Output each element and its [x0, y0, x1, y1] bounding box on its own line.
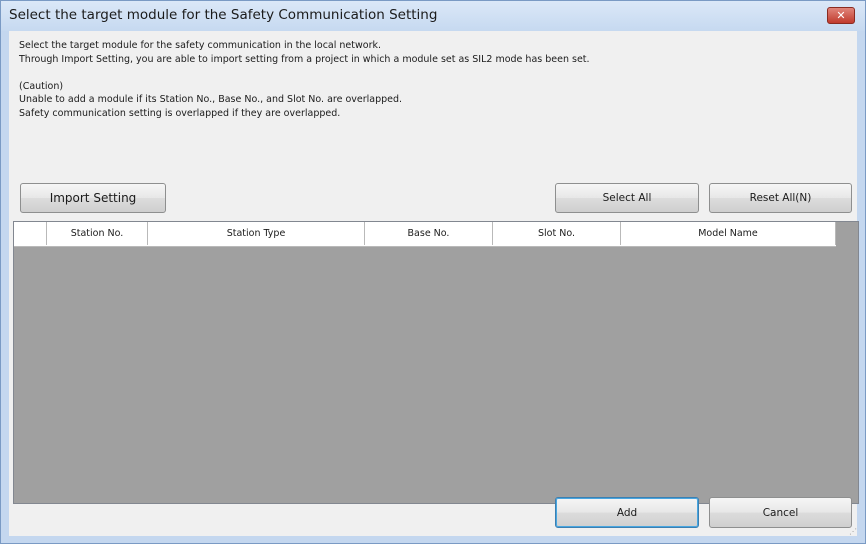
title-bar[interactable]: Select the target module for the Safety … [1, 1, 865, 31]
column-header-station-no[interactable]: Station No. [47, 222, 148, 245]
column-header-select[interactable] [14, 222, 47, 245]
reset-all-button[interactable]: Reset All(N) [709, 183, 852, 213]
column-header-base-no[interactable]: Base No. [365, 222, 493, 245]
close-button[interactable]: ✕ [827, 7, 855, 24]
close-icon: ✕ [836, 9, 846, 22]
dialog-window: Select the target module for the Safety … [0, 0, 866, 544]
dialog-body: Select the target module for the safety … [9, 31, 859, 536]
table-header: Station No. Station Type Base No. Slot N… [14, 222, 836, 247]
column-header-station-type[interactable]: Station Type [148, 222, 365, 245]
caution-title: (Caution) [19, 81, 64, 92]
description-line-2: Through Import Setting, you are able to … [19, 54, 590, 65]
cancel-button[interactable]: Cancel [709, 497, 852, 528]
column-header-model-name[interactable]: Model Name [621, 222, 836, 245]
module-table[interactable]: Station No. Station Type Base No. Slot N… [13, 221, 859, 504]
import-setting-button[interactable]: Import Setting [20, 183, 166, 213]
resize-grip-icon[interactable]: ⋰ [849, 527, 857, 536]
column-header-slot-no[interactable]: Slot No. [493, 222, 621, 245]
description-line-1: Select the target module for the safety … [19, 40, 382, 51]
dialog-title: Select the target module for the Safety … [9, 7, 438, 23]
caution-line-1: Unable to add a module if its Station No… [19, 94, 403, 105]
caution-line-2: Safety communication setting is overlapp… [19, 108, 341, 119]
footer-bar: Add Cancel ⋰ [9, 497, 857, 536]
add-button[interactable]: Add [555, 497, 699, 528]
select-all-button[interactable]: Select All [555, 183, 699, 213]
